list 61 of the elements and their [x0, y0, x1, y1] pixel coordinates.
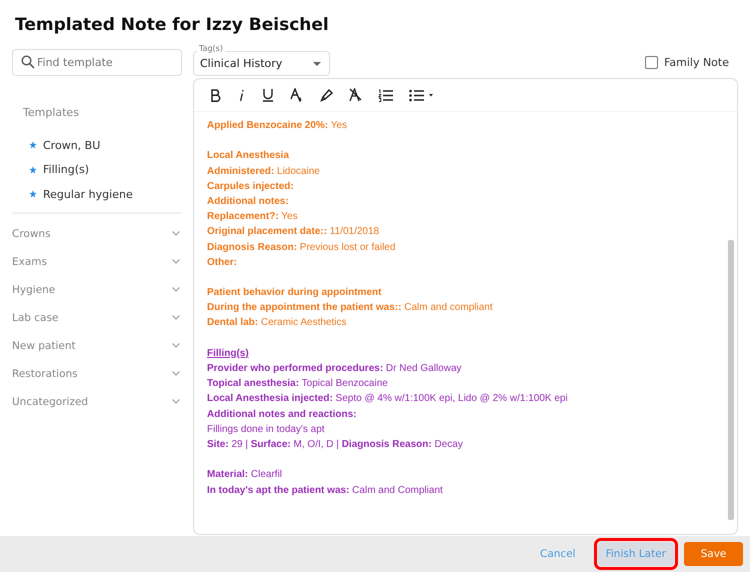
search-field[interactable]: Find template [12, 49, 182, 76]
note-line: In today's apt the patient was: Calm and Compliant [207, 484, 444, 498]
highlight-button[interactable] [319, 88, 333, 102]
category-item[interactable]: Crowns [12, 220, 182, 248]
note-line: Local Anesthesia injected: Septo @ 4% w/1:100K epi, Lido @ 2% w/1:100K epi [207, 392, 569, 406]
template-item[interactable]: Filling(s) [43, 163, 90, 176]
category-item[interactable]: Restorations [12, 360, 182, 388]
text-color-button[interactable] [290, 88, 303, 102]
note-line: Original placement date:: 11/01/2018 [207, 225, 380, 240]
note-line: Diagnosis Reason: Previous lost or failed [207, 240, 396, 254]
note-line: Filling(s) [207, 346, 250, 361]
checkbox-label: Family Note [664, 56, 729, 69]
clear-format-button[interactable] [349, 88, 362, 102]
finish-later-button[interactable]: Finish Later [598, 542, 674, 566]
note-line: Administered: Lidocaine [207, 164, 321, 179]
chevron-icon [172, 315, 180, 320]
note-line: Additional notes and reactions: [207, 408, 358, 422]
note-line: Carpules injected: [207, 180, 295, 194]
chevron-icon [172, 399, 180, 404]
caret-icon [313, 62, 321, 66]
note-line: Material: Clearfil [207, 468, 284, 482]
cancel-link[interactable]: Cancel [528, 542, 588, 566]
note-line: Dental lab: Ceramic Aesthetics [207, 316, 348, 330]
chevron-icon [172, 259, 180, 264]
scrollbar[interactable] [728, 240, 734, 520]
note-line: During the appointment the patient was:: Calm and compliant [207, 301, 494, 316]
category-item[interactable]: Lab case [12, 304, 182, 332]
note-line: Local Anesthesia [207, 149, 290, 164]
chevron-icon [172, 343, 180, 348]
chevron-icon [172, 287, 180, 292]
category-item[interactable]: Exams [12, 248, 182, 276]
template-item[interactable]: Regular hygiene [43, 188, 133, 201]
save-button[interactable]: Save [684, 542, 743, 566]
category-item[interactable]: New patient [12, 332, 182, 360]
numbered-list-button[interactable] [378, 88, 393, 102]
note-line: Applied Benzocaine 20%: Yes [207, 119, 348, 133]
category-item[interactable]: Uncategorized [12, 388, 182, 416]
note-line: Patient behavior during appointment [207, 286, 382, 300]
bullet-list-button[interactable] [409, 88, 433, 102]
chevron-icon [172, 231, 180, 236]
checkbox[interactable] [645, 56, 658, 69]
search-icon [21, 55, 35, 69]
dialog-title: Templated Note for Izzy Beischel [15, 14, 330, 36]
note-line: Site: 29 | Surface: M, O/I, D | Diagnosis Reason: Decay [207, 438, 464, 452]
underline-button[interactable] [262, 88, 274, 102]
note-line: Additional notes: [207, 194, 290, 209]
italic-button[interactable] [238, 88, 246, 102]
star-icon [29, 166, 37, 174]
chevron-icon [172, 371, 180, 376]
note-line: Provider who performed procedures: Dr Ned Galloway [207, 362, 463, 376]
star-icon [29, 190, 37, 198]
section-label: Templates [23, 106, 80, 119]
template-item[interactable]: Crown, BU [43, 138, 100, 152]
field-label: Tag(s) [197, 44, 225, 53]
star-icon [29, 141, 37, 150]
note-line: Other: [207, 256, 238, 270]
note-line: Fillings done in today's apt [207, 422, 326, 437]
note-line: Replacement?: Yes [207, 210, 299, 224]
note-line: Topical anesthesia: Topical Benzocaine [207, 377, 389, 392]
category-item[interactable]: Hygiene [12, 276, 182, 304]
bold-button[interactable] [210, 88, 222, 102]
